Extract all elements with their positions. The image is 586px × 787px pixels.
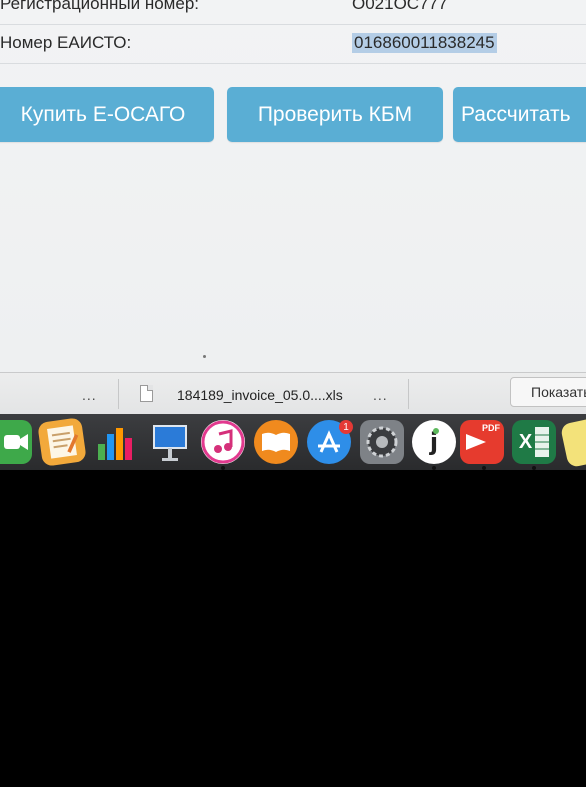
jdownloader-icon[interactable]: j (412, 420, 456, 464)
keynote-icon[interactable] (148, 420, 192, 464)
pdf-label: PDF (482, 423, 500, 433)
excel-label: X (518, 430, 533, 453)
ibooks-icon[interactable] (254, 420, 298, 464)
separator (118, 379, 119, 409)
check-kbm-button[interactable]: Проверить КБМ (227, 87, 443, 142)
browser-page: Регистрационный номер: О021ОС777 Номер Е… (0, 0, 586, 372)
eaisto-value[interactable]: 016860011838245 (352, 33, 497, 53)
stickies-icon[interactable] (559, 415, 586, 469)
reg-number-value: О021ОС777 (352, 0, 448, 13)
screen-bezel (0, 470, 586, 787)
separator (408, 379, 409, 409)
reg-number-label: Регистрационный номер: (0, 0, 200, 13)
download-file-name[interactable]: 184189_invoice_05.0....xls (177, 387, 343, 403)
buy-eosago-button[interactable]: Купить Е-ОСАГО (0, 87, 214, 142)
cursor-dot (203, 355, 206, 358)
file-icon (140, 385, 153, 402)
downloads-bar: ... 184189_invoice_05.0....xls ... Показ… (0, 372, 586, 415)
facetime-icon[interactable] (0, 420, 32, 464)
itunes-icon[interactable] (201, 420, 245, 464)
downloads-more-button[interactable]: ... (82, 387, 97, 403)
eaisto-label: Номер ЕАИСТО: (0, 33, 132, 52)
pdf-expert-icon[interactable]: PDF (460, 420, 504, 464)
reg-number-row: Регистрационный номер: О021ОС777 (0, 0, 586, 18)
numbers-icon[interactable] (94, 420, 138, 464)
row-divider (0, 24, 586, 25)
download-item-menu[interactable]: ... (373, 387, 388, 403)
system-preferences-icon[interactable] (360, 420, 404, 464)
show-all-downloads-button[interactable]: Показать все (510, 377, 586, 407)
eaisto-row: Номер ЕАИСТО: 016860011838245 (0, 33, 586, 57)
calculate-button[interactable]: Рассчитать (453, 87, 586, 142)
excel-icon[interactable]: X (512, 420, 556, 464)
row-divider (0, 63, 586, 64)
app-store-badge: 1 (339, 420, 353, 434)
pages-icon[interactable] (37, 417, 87, 467)
macos-dock: j PDF X (0, 414, 586, 470)
